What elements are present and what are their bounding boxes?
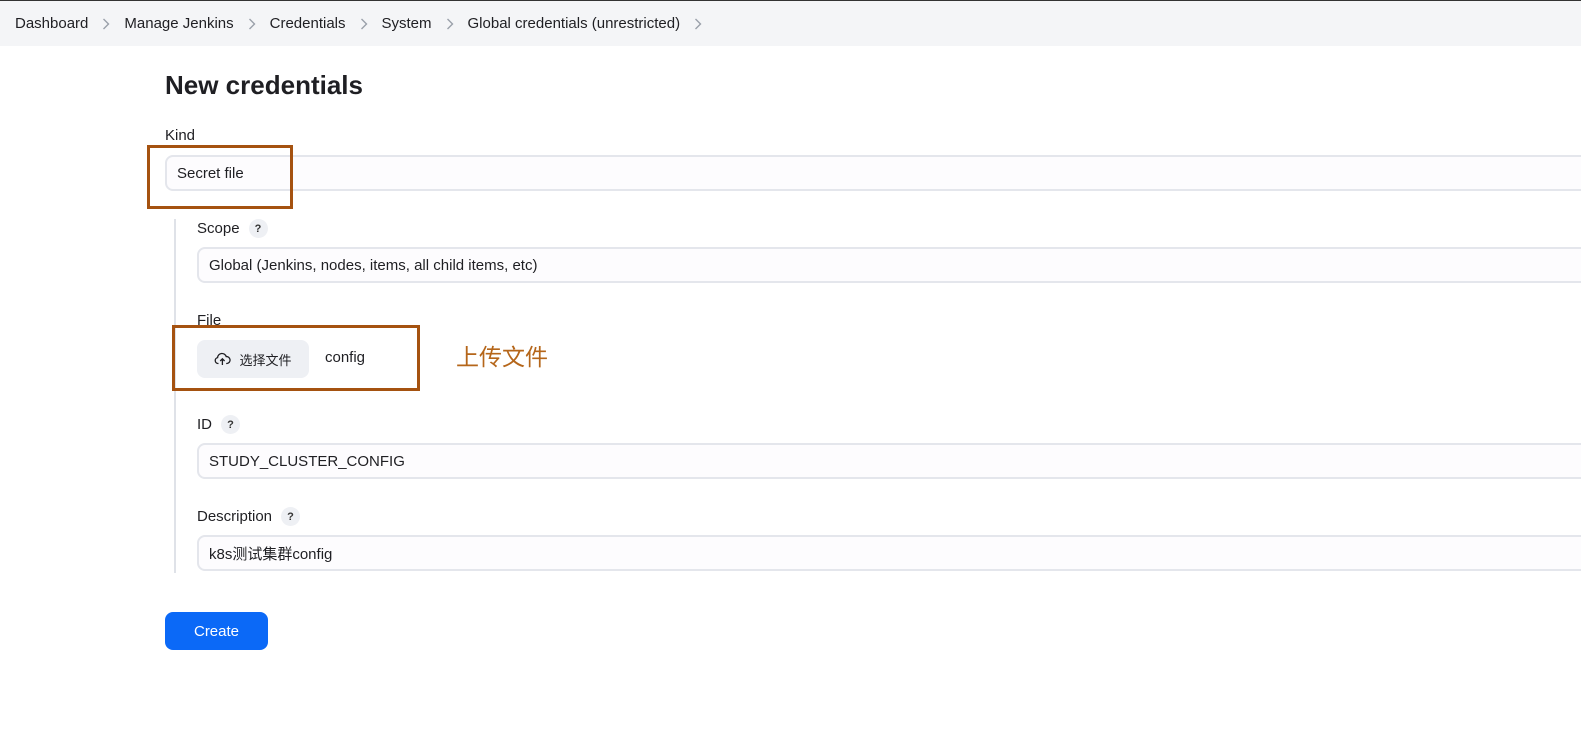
chevron-right-icon[interactable] <box>694 18 702 30</box>
scope-label: Scope ? <box>197 219 268 238</box>
description-label-text: Description <box>197 508 273 525</box>
id-value: STUDY_CLUSTER_CONFIG <box>209 452 405 470</box>
annotation-box-file <box>172 325 420 391</box>
breadcrumb-global-credentials[interactable]: Global credentials (unrestricted) <box>468 15 681 32</box>
kind-label-text: Kind <box>165 127 196 144</box>
description-input[interactable]: k8s测试集群config <box>197 535 1581 571</box>
scope-value: Global (Jenkins, nodes, items, all child… <box>209 256 538 274</box>
id-label-text: ID <box>197 416 212 433</box>
chevron-right-icon[interactable] <box>446 18 454 30</box>
page-title: New credentials <box>165 70 363 100</box>
id-input[interactable]: STUDY_CLUSTER_CONFIG <box>197 443 1581 479</box>
id-label: ID ? <box>197 415 240 434</box>
annotation-box-kind <box>147 145 293 209</box>
kind-select[interactable]: Secret file <box>165 155 1581 191</box>
scope-select[interactable]: Global (Jenkins, nodes, items, all child… <box>197 247 1581 283</box>
chevron-right-icon[interactable] <box>248 18 256 30</box>
breadcrumb-credentials[interactable]: Credentials <box>270 15 346 32</box>
description-label: Description ? <box>197 507 301 526</box>
kind-label: Kind <box>165 127 195 144</box>
breadcrumb-system[interactable]: System <box>382 15 432 32</box>
chevron-right-icon[interactable] <box>102 18 110 30</box>
scope-label-text: Scope <box>197 220 240 237</box>
id-help-icon[interactable]: ? <box>221 415 240 434</box>
description-help-icon[interactable]: ? <box>281 507 301 526</box>
nested-fields-divider <box>174 219 176 573</box>
chevron-right-icon[interactable] <box>360 18 368 30</box>
annotation-text: 上传文件 <box>456 344 548 370</box>
create-button[interactable]: Create <box>165 612 268 650</box>
scope-help-icon[interactable]: ? <box>248 219 268 238</box>
description-value: k8s测试集群config <box>209 545 333 563</box>
breadcrumb-dashboard[interactable]: Dashboard <box>15 15 88 32</box>
breadcrumb-manage-jenkins[interactable]: Manage Jenkins <box>124 15 233 32</box>
breadcrumb: Dashboard Manage Jenkins Credentials Sys… <box>0 1 1581 46</box>
